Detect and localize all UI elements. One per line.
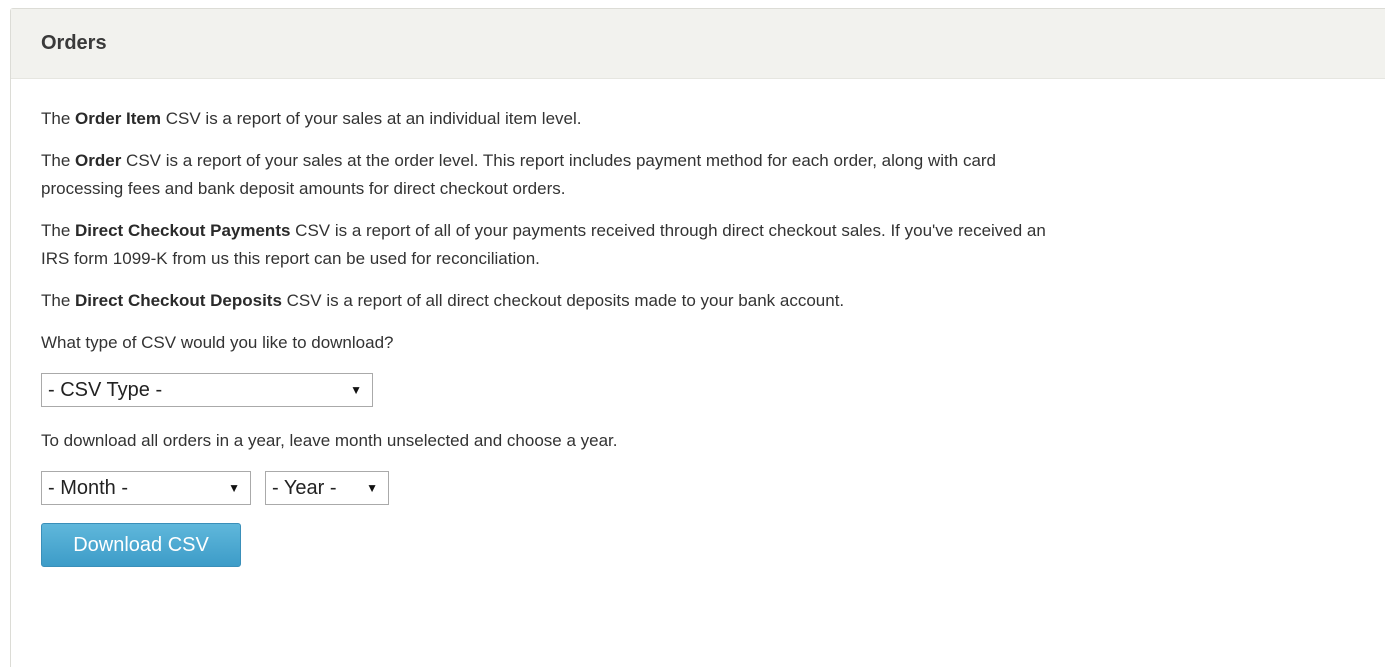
desc-report-name: Order: [75, 151, 122, 170]
desc-prefix: The: [41, 221, 76, 240]
csv-type-selected-value: - CSV Type -: [48, 379, 163, 401]
order-item-description: The Order Item CSV is a report of your s…: [41, 105, 1051, 133]
desc-prefix: The: [41, 151, 76, 170]
date-selectors: - Month - ▼ - Year - ▼: [41, 471, 1051, 505]
csv-type-select[interactable]: - CSV Type - ▼: [41, 373, 373, 407]
month-selected-value: - Month -: [48, 477, 129, 499]
year-select[interactable]: - Year - ▼: [265, 471, 389, 505]
desc-prefix: The: [41, 109, 76, 128]
desc-text: CSV is a report of your sales at the ord…: [41, 151, 997, 198]
dropdown-arrow-icon: ▼: [228, 481, 240, 495]
year-hint: To download all orders in a year, leave …: [41, 431, 618, 450]
order-description: The Order CSV is a report of your sales …: [41, 147, 1051, 203]
direct-checkout-payments-description: The Direct Checkout Payments CSV is a re…: [41, 217, 1051, 273]
dropdown-arrow-icon: ▼: [366, 481, 378, 495]
dropdown-arrow-icon: ▼: [350, 383, 362, 397]
desc-text: CSV is a report of all direct checkout d…: [281, 291, 845, 310]
desc-prefix: The: [41, 291, 76, 310]
page-title: Orders: [41, 32, 107, 54]
download-csv-button[interactable]: Download CSV: [41, 523, 241, 567]
month-select[interactable]: - Month - ▼: [41, 471, 251, 505]
orders-panel: Orders The Order Item CSV is a report of…: [10, 8, 1385, 667]
desc-report-name: Direct Checkout Deposits: [75, 291, 282, 310]
panel-header: Orders: [11, 9, 1385, 79]
desc-report-name: Order Item: [75, 109, 162, 128]
desc-text: CSV is a report of your sales at an indi…: [161, 109, 582, 128]
year-selected-value: - Year -: [272, 477, 337, 499]
csv-type-question: What type of CSV would you like to downl…: [41, 333, 394, 352]
panel-body: The Order Item CSV is a report of your s…: [11, 79, 1051, 567]
direct-checkout-deposits-description: The Direct Checkout Deposits CSV is a re…: [41, 287, 981, 315]
desc-report-name: Direct Checkout Payments: [75, 221, 291, 240]
